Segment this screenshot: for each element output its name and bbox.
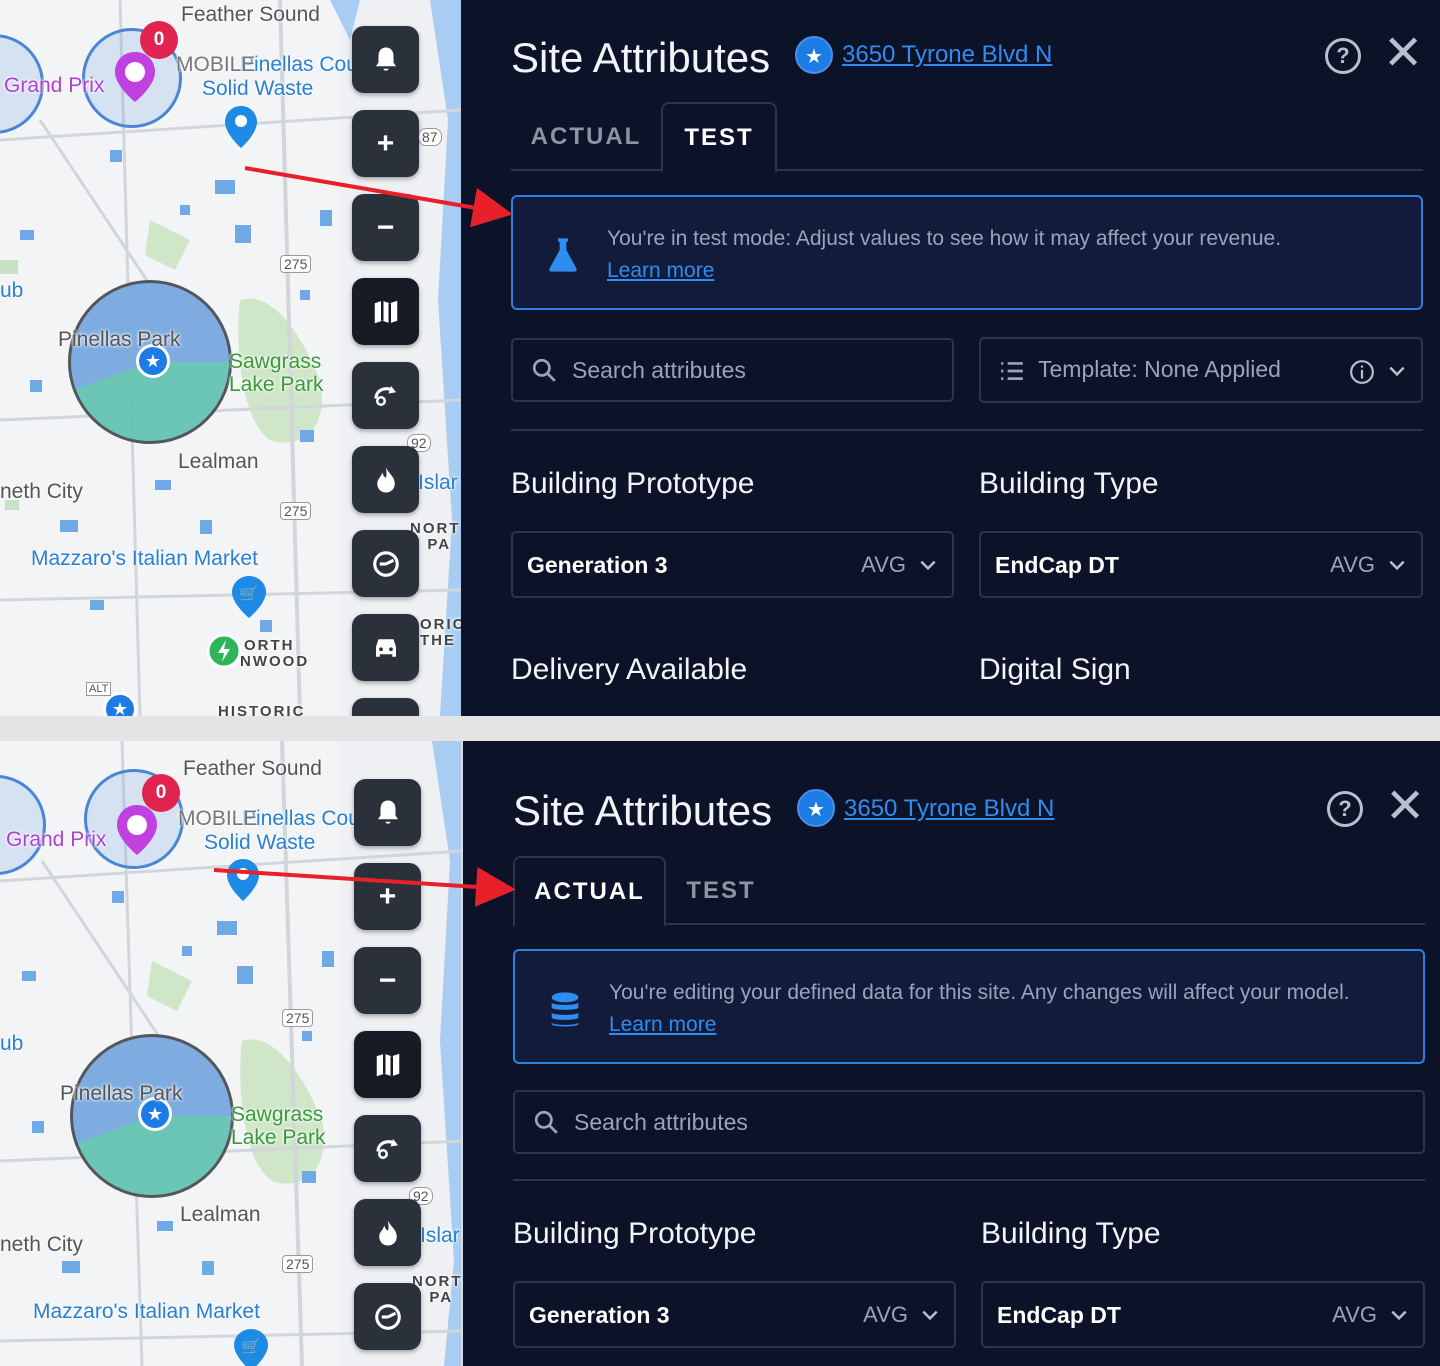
annotation-arrow [213, 866, 516, 907]
screenshot-test-mode: ★ ★ 0 🛒 Feather Sound Pinellas Count MOB… [0, 0, 1440, 716]
screenshot-actual-mode: ★ 0 🛒 Feather Sound Pinellas Count MOBIL… [0, 741, 1440, 1366]
screenshot-divider [0, 716, 1440, 741]
annotation-arrow [244, 166, 513, 228]
